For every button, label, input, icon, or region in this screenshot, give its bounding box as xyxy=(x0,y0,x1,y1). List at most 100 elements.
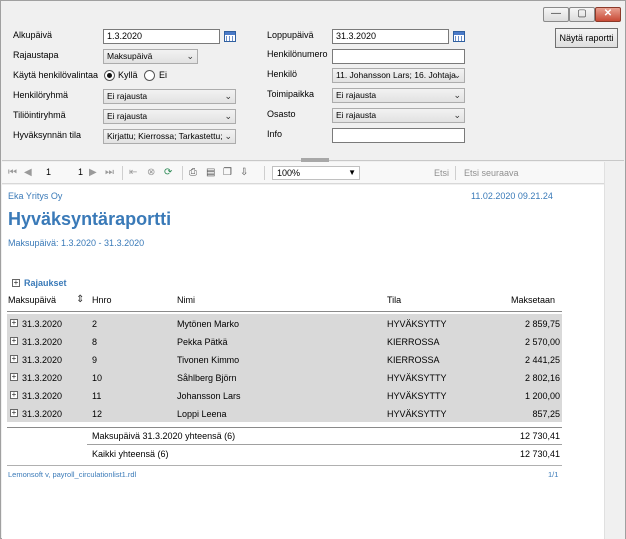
back-icon[interactable]: ⇤ xyxy=(129,167,137,178)
toolbar-separator xyxy=(264,166,265,180)
rajaustapa-select[interactable]: Maksupäivä ⌄ xyxy=(103,49,198,64)
expand-icon[interactable]: + xyxy=(12,279,20,287)
rajaukset-toggle[interactable]: Rajaukset xyxy=(24,278,67,288)
cell-maksetaan: 2 802,16 xyxy=(524,373,560,383)
show-report-button[interactable]: Näytä raportti xyxy=(555,28,618,48)
tiliointiryhma-value: Ei rajausta xyxy=(107,111,148,121)
toimipaikka-value: Ei rajausta xyxy=(336,90,377,100)
expand-icon[interactable]: + xyxy=(10,355,18,363)
subtotal-value: 12 730,41 xyxy=(519,431,560,441)
maximize-button[interactable]: ▢ xyxy=(569,7,595,22)
cell-maksetaan: 2 859,75 xyxy=(524,319,560,329)
chevron-down-icon: ⌄ xyxy=(453,70,461,80)
close-button[interactable]: ✕ xyxy=(595,7,621,22)
henkiloryhma-select[interactable]: Ei rajausta ⌄ xyxy=(103,89,236,104)
info-label: Info xyxy=(267,129,283,139)
table-row: + 31.3.2020 11 Johansson Lars HYVÄKSYTTY… xyxy=(7,386,562,404)
toimipaikka-label: Toimipaikka xyxy=(267,89,315,99)
col-maksupaiva[interactable]: Maksupäivä xyxy=(8,295,56,305)
col-tila: Tila xyxy=(387,295,402,305)
radio-kylla[interactable] xyxy=(104,70,115,81)
toimipaikka-select[interactable]: Ei rajausta ⌄ xyxy=(332,88,465,103)
henkilo-select[interactable]: 11. Johansson Lars; 16. Johtaja ⌄ xyxy=(332,68,465,83)
previous-page-icon[interactable]: ◀ xyxy=(24,167,32,178)
report-subtitle: Maksupäivä: 1.3.2020 - 31.3.2020 xyxy=(8,238,145,248)
expand-icon[interactable]: + xyxy=(10,337,18,345)
table-row: + 31.3.2020 8 Pekka Pätkä KIERROSSA 2 57… xyxy=(7,332,562,350)
cell-hnro: 10 xyxy=(92,373,103,383)
subtotal-divider xyxy=(7,427,562,428)
subtotal-label: Maksupäivä 31.3.2020 yhteensä (6) xyxy=(92,431,236,441)
tiliointiryhma-select[interactable]: Ei rajausta ⌄ xyxy=(103,109,236,124)
page-setup-icon[interactable]: ❐ xyxy=(223,167,232,178)
cell-date: 31.3.2020 xyxy=(22,373,63,383)
osasto-select[interactable]: Ei rajausta ⌄ xyxy=(332,108,465,123)
henkilo-label: Henkilö xyxy=(267,69,298,79)
page-current[interactable]: 1 xyxy=(46,167,51,177)
rajaustapa-value: Maksupäivä xyxy=(107,51,153,61)
first-page-icon[interactable]: ⏮ xyxy=(8,167,17,178)
company-name: Eka Yritys Oy xyxy=(8,191,63,201)
radio-ei-label: Ei xyxy=(159,70,168,80)
find-next-link[interactable]: Etsi seuraava xyxy=(464,168,519,178)
chevron-down-icon: ⌄ xyxy=(224,91,232,101)
chevron-down-icon: ⌄ xyxy=(224,111,232,121)
cell-hnro: 8 xyxy=(92,337,98,347)
cell-nimi: Såhlberg Björn xyxy=(177,373,237,383)
export-icon[interactable]: ⇩ xyxy=(240,167,248,178)
expand-icon[interactable]: + xyxy=(10,373,18,381)
expand-icon[interactable]: + xyxy=(10,409,18,417)
find-link[interactable]: Etsi xyxy=(434,168,449,178)
report-timestamp: 11.02.2020 09.21.24 xyxy=(471,191,553,201)
alkupaiva-input[interactable]: 1.3.2020 xyxy=(103,29,220,44)
toolbar-separator xyxy=(182,166,183,180)
calendar-icon[interactable] xyxy=(453,31,465,42)
radio-kylla-label: Kyllä xyxy=(118,70,138,80)
hyvaksynnan-tila-label: Hyväksynnän tila xyxy=(13,130,82,140)
loppupaiva-input[interactable]: 31.3.2020 xyxy=(332,29,449,44)
vertical-scrollbar[interactable] xyxy=(604,162,625,539)
report-page: Eka Yritys Oy 11.02.2020 09.21.24 Hyväks… xyxy=(2,185,604,539)
cell-tila: HYVÄKSYTTY xyxy=(387,319,447,329)
footer-source: Lemonsoft v, payroll_circulationlist1.rd… xyxy=(8,470,137,479)
last-page-icon[interactable]: ⏭ xyxy=(105,167,114,178)
cell-hnro: 9 xyxy=(92,355,98,365)
cell-hnro: 11 xyxy=(92,391,102,401)
minimize-button[interactable]: — xyxy=(543,7,569,22)
henkilonumero-input[interactable] xyxy=(332,49,465,64)
cell-date: 31.3.2020 xyxy=(22,391,63,401)
info-input[interactable] xyxy=(332,128,465,143)
table-row: + 31.3.2020 2 Mytönen Marko HYVÄKSYTTY 2… xyxy=(7,314,562,332)
report-window: — ▢ ✕ Alkupäivä 1.3.2020 Loppupäivä 31.3… xyxy=(0,0,626,539)
hyvaksynnan-tila-select[interactable]: Kirjattu; Kierrossa; Tarkastettu; ⌄ xyxy=(103,129,236,144)
cell-hnro: 2 xyxy=(92,319,98,329)
cell-tila: HYVÄKSYTTY xyxy=(387,373,447,383)
henkilo-value: 11. Johansson Lars; 16. Johtaja xyxy=(336,70,456,80)
expand-icon[interactable]: + xyxy=(10,319,18,327)
caret-down-icon: ▼ xyxy=(348,168,356,177)
col-maksetaan: Maksetaan xyxy=(511,295,556,305)
cell-date: 31.3.2020 xyxy=(22,337,63,347)
sort-icon[interactable]: ⇕ xyxy=(76,294,84,305)
title-bar: — ▢ ✕ xyxy=(1,1,625,25)
print-icon[interactable]: ⎙ xyxy=(189,167,197,178)
hyvaksynnan-tila-value: Kirjattu; Kierrossa; Tarkastettu; xyxy=(107,131,223,141)
cell-nimi: Johansson Lars xyxy=(177,391,241,401)
expand-icon[interactable]: + xyxy=(10,391,18,399)
stop-icon[interactable]: ⊗ xyxy=(147,167,155,178)
parameter-panel: Alkupäivä 1.3.2020 Loppupäivä 31.3.2020 … xyxy=(2,25,624,162)
refresh-icon[interactable]: ⟳ xyxy=(164,167,172,178)
zoom-select[interactable]: 100% ▼ xyxy=(272,166,360,180)
cell-maksetaan: 857,25 xyxy=(532,409,560,419)
cell-tila: HYVÄKSYTTY xyxy=(387,391,447,401)
osasto-value: Ei rajausta xyxy=(336,110,377,120)
report-toolbar: ⏮ ◀ 1 1 ▶ ⏭ ⇤ ⊗ ⟳ ⎙ ▤ ❐ ⇩ 100% ▼ Etsi Et… xyxy=(2,162,604,184)
table-row: + 31.3.2020 9 Tivonen Kimmo KIERROSSA 2 … xyxy=(7,350,562,368)
calendar-icon[interactable] xyxy=(224,31,236,42)
henkiloryhma-label: Henkilöryhmä xyxy=(13,90,69,100)
next-page-icon[interactable]: ▶ xyxy=(89,167,97,178)
cell-date: 31.3.2020 xyxy=(22,355,63,365)
print-layout-icon[interactable]: ▤ xyxy=(206,167,215,178)
radio-ei[interactable] xyxy=(144,70,155,81)
footer-divider xyxy=(7,465,562,466)
